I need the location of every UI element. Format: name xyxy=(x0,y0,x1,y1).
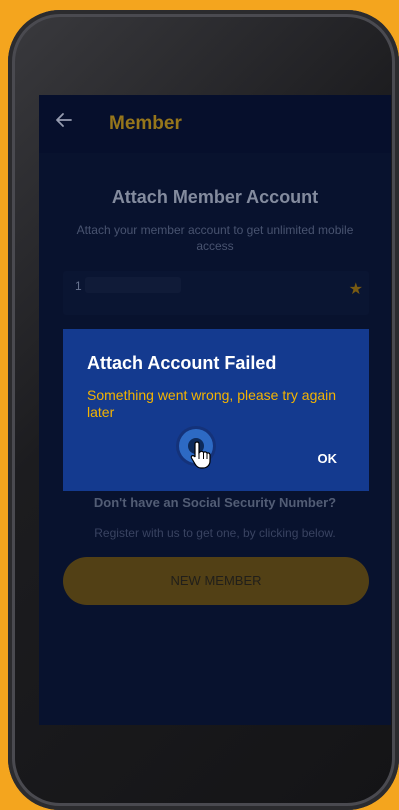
ok-button[interactable]: OK xyxy=(318,451,338,466)
phone-frame: Member Attach Member Account Attach your… xyxy=(8,10,399,810)
dialog-title: Attach Account Failed xyxy=(87,353,277,373)
error-dialog: Attach Account Failed Something went wro… xyxy=(63,329,369,491)
app-screen: Member Attach Member Account Attach your… xyxy=(39,95,391,725)
dialog-message: Something went wrong, please try again l… xyxy=(87,387,337,420)
hand-pointer-icon xyxy=(190,440,212,470)
